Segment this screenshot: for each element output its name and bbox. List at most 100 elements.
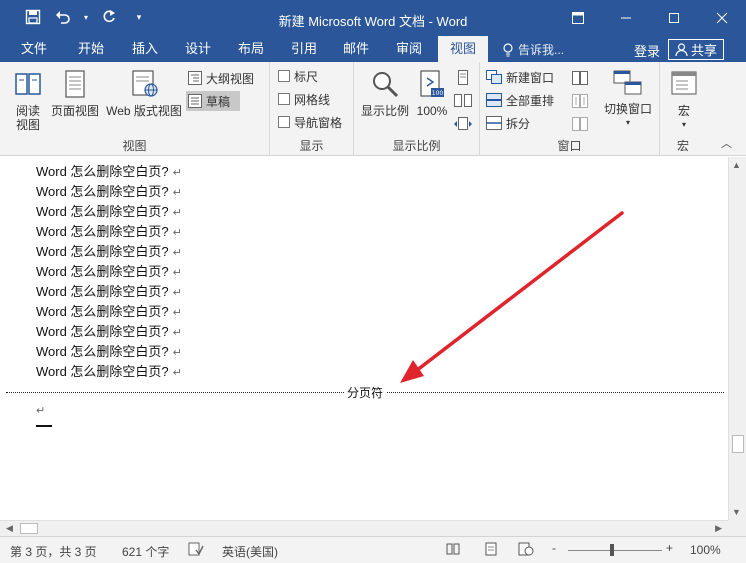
view-side-by-side-button[interactable]	[572, 68, 588, 88]
maximize-button[interactable]	[650, 0, 698, 36]
document-line: Word 怎么删除空白页? ↵	[36, 322, 182, 342]
document-line-text: Word 怎么删除空白页?	[36, 224, 169, 239]
zoom-slider-thumb[interactable]	[610, 544, 615, 556]
outline-label: 大纲视图	[206, 71, 255, 86]
chevron-up-icon: ︿	[721, 138, 732, 150]
window-group-label: 窗口	[557, 139, 582, 153]
page-count[interactable]: 第 3 页，共 3 页	[10, 543, 97, 560]
draft-button[interactable]: 草稿	[186, 91, 240, 111]
tab-insert[interactable]: 插入	[118, 36, 172, 62]
print-layout-button[interactable]: 页面视图	[48, 70, 102, 118]
book-icon	[15, 73, 41, 95]
show-group: 标尺 网格线 导航窗格 显示	[270, 62, 354, 156]
split-button[interactable]: 拆分	[486, 113, 530, 133]
scroll-down-arrow[interactable]: ▼	[732, 507, 741, 517]
svg-text:100: 100	[432, 90, 444, 97]
tab-layout[interactable]: 布局	[224, 36, 278, 62]
page-width-button[interactable]	[454, 114, 472, 134]
share-label: 共享	[690, 43, 717, 58]
scroll-left-arrow[interactable]: ◀	[6, 523, 13, 534]
tab-mailings[interactable]: 邮件	[330, 36, 382, 62]
zoom-100-button[interactable]: 100 100%	[414, 70, 450, 118]
reset-window-position-button[interactable]	[572, 114, 588, 134]
document-area[interactable]: Word 怎么删除空白页? ↵ Word 怎么删除空白页? ↵ Word 怎么删除空白页…	[0, 157, 728, 520]
multiple-pages-button[interactable]	[454, 91, 472, 111]
close-button[interactable]	[698, 0, 746, 36]
web-layout-button[interactable]: Web 版式视图	[102, 70, 186, 118]
multiple-pages-icon	[454, 94, 472, 107]
views-group-label: 视图	[122, 139, 147, 153]
switch-windows-label: 切换窗口	[603, 102, 652, 116]
document-line: Word 怎么删除空白页? ↵	[36, 222, 182, 242]
zoom-group: 显示比例 100 100% 显示比例	[354, 62, 480, 156]
vertical-scrollbar[interactable]: ▲ ▼	[728, 157, 746, 520]
tab-home[interactable]: 开始	[64, 36, 118, 62]
read-mode-label-2: 视图	[15, 118, 40, 132]
horizontal-scroll-thumb[interactable]	[20, 523, 38, 534]
tab-design[interactable]: 设计	[172, 36, 224, 62]
ruler-checkbox[interactable]: 标尺	[278, 66, 318, 86]
document-line: Word 怎么删除空白页? ↵	[36, 202, 182, 222]
paragraph-mark: ↵	[172, 227, 182, 239]
collapse-ribbon-button[interactable]: ︿	[721, 135, 732, 151]
read-mode-status-button[interactable]	[446, 542, 460, 559]
book-icon	[446, 543, 460, 555]
nav-pane-checkbox-box[interactable]	[278, 116, 290, 128]
macro-icon	[671, 71, 697, 95]
document-line-text: Word 怎么删除空白页?	[36, 184, 169, 199]
macros-button[interactable]: 宏 ▾	[664, 70, 704, 132]
document-line-text: Word 怎么删除空白页?	[36, 164, 169, 179]
arrange-all-button[interactable]: 全部重排	[486, 90, 554, 110]
tab-references[interactable]: 引用	[278, 36, 330, 62]
tab-view[interactable]: 视图	[438, 36, 488, 62]
document-line-text: Word 怎么删除空白页?	[36, 324, 169, 339]
document-line: Word 怎么删除空白页? ↵	[36, 302, 182, 322]
print-layout-status-button[interactable]	[484, 542, 498, 559]
page-100-icon: 100	[420, 70, 444, 97]
language[interactable]: 英语(美国)	[222, 543, 278, 560]
outline-button[interactable]: 大纲视图	[188, 68, 254, 88]
web-page-icon	[518, 542, 534, 556]
scroll-right-arrow[interactable]: ▶	[715, 523, 722, 534]
word-count[interactable]: 621 个字	[122, 543, 169, 560]
side-by-side-icon	[572, 71, 588, 85]
web-page-icon	[132, 70, 158, 97]
tab-review[interactable]: 审阅	[382, 36, 436, 62]
nav-pane-checkbox[interactable]: 导航窗格	[278, 112, 342, 132]
scroll-up-arrow[interactable]: ▲	[732, 160, 741, 170]
vertical-scroll-thumb[interactable]	[732, 435, 744, 453]
zoom-slider-track[interactable]	[568, 550, 662, 551]
new-window-button[interactable]: 新建窗口	[486, 67, 554, 87]
status-bar: 第 3 页，共 3 页 621 个字 英语(美国) - + 100%	[0, 536, 746, 563]
paragraph-mark: ↵	[172, 247, 182, 259]
document-line: Word 怎么删除空白页? ↵	[36, 242, 182, 262]
tell-me-box[interactable]: 告诉我...	[502, 41, 564, 58]
horizontal-scrollbar[interactable]: ◀ ▶	[0, 520, 728, 536]
gridlines-label: 网格线	[294, 92, 331, 107]
gridlines-checkbox-box[interactable]	[278, 93, 290, 105]
zoom-out-button[interactable]: -	[552, 541, 556, 555]
proofing-icon[interactable]	[188, 542, 204, 559]
document-line-text: Word 怎么删除空白页?	[36, 344, 169, 359]
share-button[interactable]: 共享	[668, 39, 724, 60]
switch-windows-icon	[613, 70, 642, 95]
switch-windows-button[interactable]: 切换窗口 ▾	[598, 70, 658, 130]
minimize-button[interactable]	[602, 0, 650, 36]
sync-scroll-icon	[572, 94, 588, 108]
read-mode-label-1: 阅读	[15, 104, 40, 118]
sign-in-link[interactable]: 登录	[634, 41, 660, 60]
paragraph-mark: ↵	[172, 267, 182, 279]
show-group-label: 显示	[299, 139, 324, 153]
tab-file[interactable]: 文件	[8, 36, 60, 62]
read-mode-button[interactable]: 阅读 视图	[10, 70, 46, 132]
zoom-in-button[interactable]: +	[666, 541, 673, 555]
ribbon-display-options-button[interactable]	[554, 0, 602, 36]
one-page-button[interactable]	[456, 68, 470, 88]
zoom-level[interactable]: 100%	[690, 543, 721, 557]
close-icon	[716, 12, 728, 24]
ruler-checkbox-box[interactable]	[278, 70, 290, 82]
gridlines-checkbox[interactable]: 网格线	[278, 89, 330, 109]
synchronous-scrolling-button[interactable]	[572, 91, 588, 111]
web-layout-status-button[interactable]	[518, 542, 534, 559]
zoom-button[interactable]: 显示比例	[358, 70, 412, 118]
